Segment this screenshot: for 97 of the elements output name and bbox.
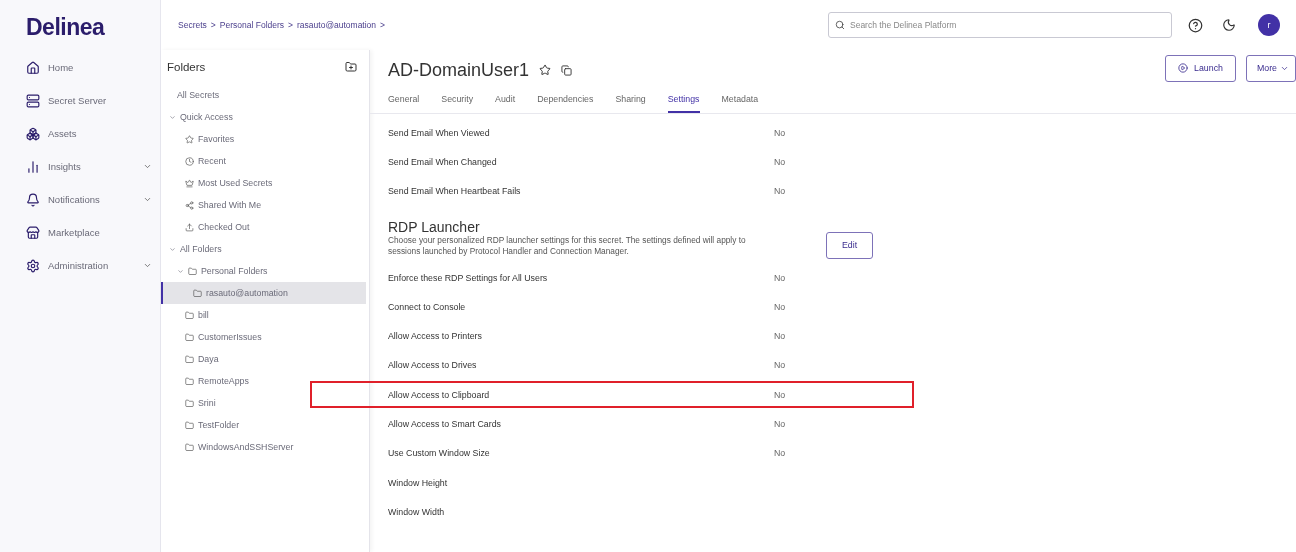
nav-item[interactable]: Secret Server [0,84,160,117]
home-icon [26,60,40,75]
copy-icon[interactable] [561,64,573,76]
crown-icon [185,178,194,188]
tab[interactable]: Dependencies [537,90,594,113]
folder-tree-item[interactable]: Most Used Secrets [161,172,366,194]
folder-icon [193,288,202,298]
circles-icon [26,126,40,141]
folder-icon [188,266,197,276]
setting-label: Window Width [388,506,446,517]
folder-tree-item[interactable]: Recent [161,150,366,172]
edit-button[interactable]: Edit [826,231,874,259]
folder-icon [185,376,194,386]
setting-value: No [774,127,786,138]
folder-tree-item[interactable]: WindowsAndSSHServer [161,436,366,458]
breadcrumb-separator: > [380,20,386,30]
panel-title: Folders [167,61,206,73]
caret-icon [169,113,176,121]
section-title: RDP Launcher [388,219,481,236]
folder-tree-item[interactable]: Checked Out [161,216,366,238]
folder-icon [185,420,194,430]
folder-icon [185,332,194,342]
breadcrumb-link[interactable]: Personal Folders [219,20,285,30]
star-icon[interactable] [539,64,552,76]
nav-item[interactable]: Marketplace [0,216,160,249]
folder-tree-item[interactable]: CustomerIssues [161,326,366,348]
setting-label: Send Email When Viewed [388,127,491,138]
setting-label: Allow Access to Drives [388,360,478,371]
setting-value: No [774,156,786,167]
tab[interactable]: Security [441,90,474,113]
breadcrumb-separator: > [210,20,216,30]
bell-icon [26,192,40,207]
setting-label: Enforce these RDP Settings for All Users [388,272,549,283]
folder-tree-item[interactable]: Personal Folders [161,260,366,282]
nav-item[interactable]: Notifications [0,183,160,216]
folder-tree-item[interactable]: Favorites [161,128,366,150]
clock-icon [185,156,194,166]
search-field[interactable]: Search the Delinea Platform [828,12,1172,38]
folder-tree-item[interactable]: Shared With Me [161,194,366,216]
setting-label: Use Custom Window Size [388,448,491,459]
bar-chart-icon [26,159,40,174]
breadcrumb-link[interactable]: rasauto@automation [297,20,377,30]
folder-icon [185,398,194,408]
share-icon [185,200,194,210]
section-description: Choose your personalized RDP launcher settings for this secret. The settings defined will apply to sessions launched by Protocol Handler and Connection Manager. [388,235,747,258]
folder-icon [185,310,194,320]
setting-value: No [774,301,786,312]
setting-value: No [774,448,786,459]
setting-value: No [774,419,786,429]
secret-title: AD-DomainUser1 [388,59,530,81]
folder-tree-item[interactable]: Quick Access [161,106,366,128]
search-icon [835,20,845,30]
play-icon [1178,63,1189,73]
nav-item[interactable]: Insights [0,150,160,183]
more-button[interactable]: More [1245,54,1296,82]
store-icon [26,225,40,240]
folder-tree-item[interactable]: All Secrets [161,84,366,106]
launch-button[interactable]: Launch [1165,54,1236,82]
setting-label: Allow Access to Smart Cards [388,419,502,429]
tab[interactable]: Metadata [721,90,759,113]
settings-icon [26,258,40,273]
tab[interactable]: Audit [495,90,516,113]
folder-tree-item[interactable]: Srini [161,392,366,414]
server-icon [26,93,40,108]
nav-item[interactable]: Administration [0,249,160,282]
setting-label: Send Email When Changed [388,156,498,167]
folder-icon [185,442,194,452]
upload-icon [185,222,194,232]
setting-value: No [774,331,786,342]
star-icon [185,134,194,144]
folder-icon [185,354,194,364]
setting-value: No [774,272,786,283]
logo: Delinea [25,14,106,42]
breadcrumb-link[interactable]: Secrets [178,20,207,30]
setting-label: Window Height [388,477,449,488]
folder-tree-item[interactable]: RemoteApps [161,370,366,392]
setting-label: Send Email When Heartbeat Fails [388,186,522,197]
setting-value: No [774,389,786,400]
folder-tree-item[interactable]: Daya [161,348,366,370]
folder-tree-item[interactable]: TestFolder [161,414,366,436]
caret-icon [177,267,184,275]
folder-tree-item[interactable]: bill [161,304,366,326]
folder-tree-item[interactable]: rasauto@automation [161,282,366,304]
tab[interactable]: Settings [667,90,700,113]
breadcrumb-separator: > [288,20,294,30]
setting-value: No [774,360,786,371]
setting-label: Connect to Console [388,301,467,312]
caret-icon [169,245,176,253]
setting-label: Allow Access to Clipboard [388,389,491,400]
tab[interactable]: Sharing [615,90,646,113]
nav-item[interactable]: Home [0,51,160,84]
tab[interactable]: General [388,90,420,113]
nav-item[interactable]: Assets [0,117,160,150]
folder-tree-item[interactable]: All Folders [161,238,366,260]
setting-value: No [774,186,786,197]
user-avatar[interactable]: r [1258,14,1280,36]
setting-label: Allow Access to Printers [388,331,483,342]
